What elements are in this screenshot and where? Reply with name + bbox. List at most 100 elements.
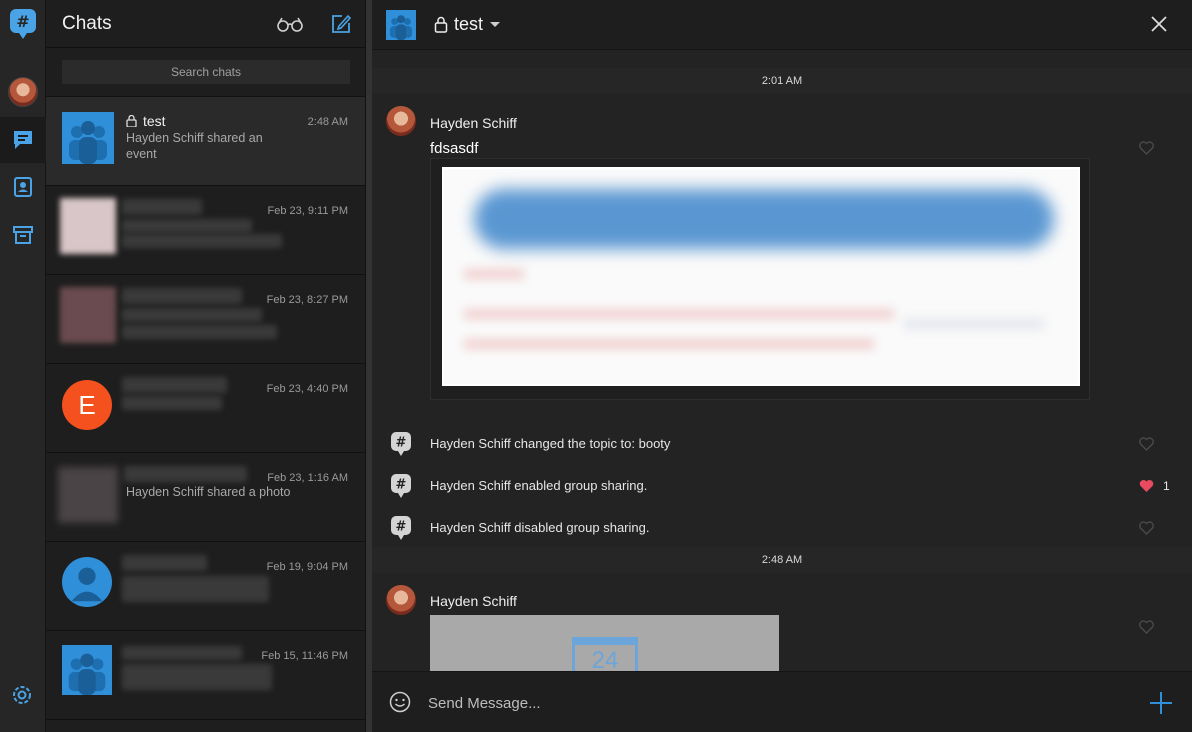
svg-text:#: #: [396, 436, 407, 451]
chat-item[interactable]: Feb 23, 9:11 PM: [46, 186, 365, 275]
sender-avatar[interactable]: [386, 106, 416, 136]
sender-name[interactable]: Hayden Schiff: [430, 115, 517, 131]
letter-avatar: E: [62, 380, 112, 430]
chat-item[interactable]: Hayden Schiff shared a photo Feb 23, 1:1…: [46, 453, 365, 542]
plus-icon[interactable]: [1150, 692, 1172, 714]
blurred-avatar: [58, 467, 118, 523]
search-area: [46, 48, 365, 97]
blurred-preview: [122, 396, 222, 410]
chat-preview: Hayden Schiff shared a photo: [126, 485, 291, 499]
blurred-header-bar: [474, 189, 1054, 249]
svg-text:#: #: [396, 478, 407, 493]
blurred-row: [464, 339, 874, 349]
left-rail: #: [0, 0, 46, 732]
time-separator: 2:48 AM: [372, 547, 1192, 573]
compose-icon[interactable]: [330, 13, 352, 35]
message-input[interactable]: [428, 692, 1108, 714]
sender-name[interactable]: Hayden Schiff: [430, 593, 517, 609]
conversation-pane: test 2:01 AM Hayden Schiff fdsasdf # Hay…: [372, 0, 1192, 732]
blurred-avatar: [60, 287, 116, 343]
blurred-preview: [122, 664, 272, 690]
groupme-system-icon: #: [391, 432, 411, 456]
blurred-row: [464, 309, 894, 319]
nav-archive[interactable]: [0, 212, 46, 258]
heart-outline-icon[interactable]: [1139, 521, 1154, 535]
nav-contacts[interactable]: [0, 164, 46, 210]
groupme-system-icon: #: [391, 516, 411, 540]
shared-image-card[interactable]: [430, 158, 1090, 400]
conversation-header: test: [372, 0, 1192, 50]
heart-outline-icon[interactable]: [1139, 620, 1154, 634]
chat-time: Feb 23, 4:40 PM: [266, 383, 348, 395]
blurred-name: [122, 288, 242, 304]
blurred-name: [122, 646, 242, 660]
system-message: # Hayden Schiff changed the topic to: bo…: [372, 422, 1192, 464]
blurred-name: [124, 466, 247, 482]
nav-chats[interactable]: [0, 117, 46, 163]
chat-time: Feb 23, 9:11 PM: [267, 205, 348, 217]
blurred-row: [464, 269, 524, 279]
time-separator: 2:01 AM: [372, 68, 1192, 94]
groupme-system-icon: #: [391, 474, 411, 498]
blurred-row: [904, 319, 1044, 329]
close-icon[interactable]: [1150, 15, 1168, 33]
person-avatar: [62, 557, 112, 607]
heart-outline-icon[interactable]: [1139, 437, 1154, 451]
chat-name-text: test: [143, 113, 166, 129]
caret-down-icon: [490, 21, 501, 27]
system-message-text: Hayden Schiff enabled group sharing.: [430, 478, 648, 493]
emoji-icon[interactable]: [389, 691, 411, 713]
search-chats-input[interactable]: [62, 60, 350, 84]
chat-name: test: [126, 113, 166, 129]
chat-preview: Hayden Schiff shared an event: [126, 131, 263, 161]
system-message: # Hayden Schiff disabled group sharing.: [372, 506, 1192, 548]
blurred-name: [122, 555, 207, 571]
group-avatar[interactable]: [386, 10, 416, 40]
chat-list-title: Chats: [62, 13, 112, 34]
message-text: fdsasdf: [430, 140, 479, 157]
system-message: # Hayden Schiff enabled group sharing. 1: [372, 464, 1192, 506]
blurred-avatar: [60, 198, 116, 254]
blurred-preview: [122, 234, 282, 248]
message-block: Hayden Schiff fdsasdf: [372, 94, 1192, 422]
chat-time: Feb 19, 9:04 PM: [266, 561, 348, 573]
group-title-dropdown[interactable]: test: [434, 14, 501, 35]
chat-item[interactable]: E Feb 23, 4:40 PM: [46, 364, 365, 453]
group-title-text: test: [454, 14, 484, 34]
heart-filled-icon[interactable]: [1139, 479, 1154, 493]
blurred-screenshot-image: [442, 167, 1080, 386]
chat-bubble-icon: [14, 131, 32, 149]
chat-time: Feb 23, 8:27 PM: [266, 294, 348, 306]
archive-box-icon: [13, 226, 33, 244]
sender-avatar[interactable]: [386, 585, 416, 615]
blurred-name: [122, 199, 202, 215]
settings-gear-icon[interactable]: [9, 682, 35, 708]
my-avatar[interactable]: [8, 77, 38, 107]
message-composer: [372, 671, 1192, 732]
chat-item-test[interactable]: test Hayden Schiff shared an event 2:48 …: [46, 97, 365, 186]
system-message-text: Hayden Schiff disabled group sharing.: [430, 520, 650, 535]
blurred-preview: [122, 576, 269, 602]
like-count[interactable]: 1: [1163, 479, 1170, 493]
blurred-preview: [122, 308, 262, 322]
system-message-text: Hayden Schiff changed the topic to: boot…: [430, 436, 671, 451]
chat-time: Feb 23, 1:16 AM: [267, 472, 348, 484]
contacts-book-icon: [14, 177, 32, 197]
groupme-logo-icon[interactable]: #: [9, 8, 37, 40]
chat-time: 2:48 AM: [307, 116, 348, 128]
heart-outline-icon[interactable]: [1139, 141, 1154, 155]
groupme-app: # Chats Search chats test Hayden Schiff …: [0, 0, 1192, 732]
chat-item[interactable]: Feb 19, 9:04 PM: [46, 542, 365, 631]
chat-list-panel: Chats test: [46, 0, 366, 732]
shared-event-card[interactable]: 24: [430, 615, 779, 671]
glasses-icon[interactable]: [277, 16, 303, 32]
chat-item[interactable]: Feb 15, 11:46 PM: [46, 631, 365, 720]
svg-text:#: #: [16, 12, 29, 31]
chat-time: Feb 15, 11:46 PM: [261, 650, 348, 662]
svg-text:#: #: [396, 520, 407, 535]
group-avatar: [62, 645, 112, 695]
chat-item[interactable]: Feb 23, 8:27 PM: [46, 275, 365, 364]
blurred-name: [122, 377, 227, 393]
group-avatar: [62, 112, 114, 164]
chat-list-header: Chats: [46, 0, 365, 48]
